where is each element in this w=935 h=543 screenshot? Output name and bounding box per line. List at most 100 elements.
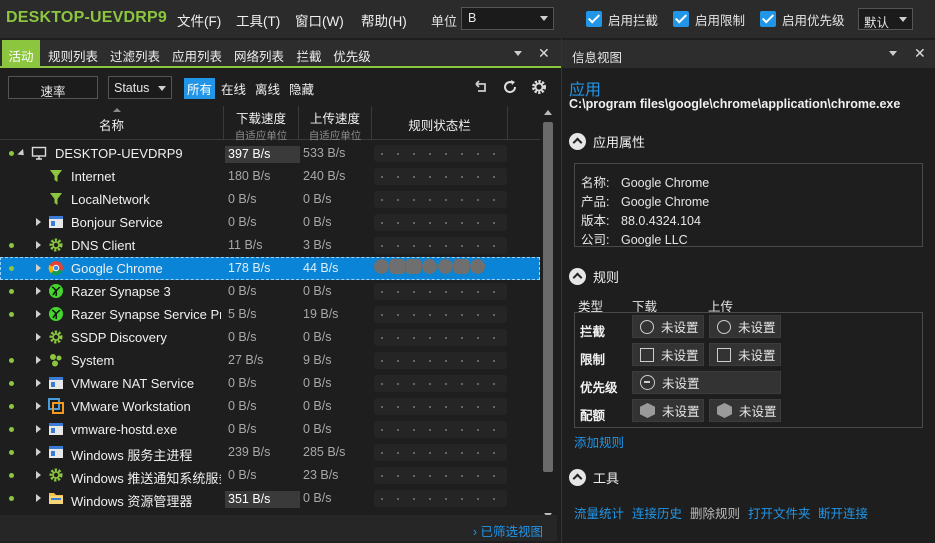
expand-arrow-icon[interactable]: [36, 471, 41, 479]
delete-rules-link[interactable]: 删除规则: [690, 503, 740, 522]
collapse-arrow-icon[interactable]: [17, 148, 27, 159]
menu-window[interactable]: 窗口(W): [295, 10, 344, 30]
rule-empty-dot: [429, 222, 431, 224]
table-row[interactable]: Bonjour Service 0 B/s 0 B/s: [0, 211, 540, 234]
table-row[interactable]: Windows 服务主进程 239 B/s 285 B/s: [0, 441, 540, 464]
expand-arrow-icon[interactable]: [36, 356, 41, 364]
expand-arrow-icon[interactable]: [36, 333, 41, 341]
filter-hidden[interactable]: 隐藏: [289, 79, 314, 98]
table-row[interactable]: System 27 B/s 9 B/s: [0, 349, 540, 372]
expand-arrow-icon[interactable]: [36, 264, 41, 272]
table-row[interactable]: DNS Client 11 B/s 3 B/s: [0, 234, 540, 257]
check-icon[interactable]: [422, 259, 437, 274]
table-row[interactable]: DESKTOP-UEVDRP9 397 B/s 533 B/s: [0, 142, 540, 165]
filtered-view-link[interactable]: › 已筛选视图: [473, 521, 543, 540]
tab-app-list[interactable]: 应用列表: [167, 40, 227, 66]
panel-menu-icon[interactable]: [514, 51, 522, 56]
upload-limit-icon[interactable]: [406, 259, 421, 274]
close-icon[interactable]: ✕: [914, 45, 926, 62]
checkbox-icon: [717, 347, 731, 362]
add-rule-link[interactable]: 添加规则: [574, 432, 624, 451]
refresh-icon[interactable]: [501, 78, 519, 96]
row-upload: 285 B/s: [303, 445, 346, 459]
table-row[interactable]: SSDP Discovery 0 B/s 0 B/s: [0, 326, 540, 349]
expand-arrow-icon[interactable]: [36, 425, 41, 433]
tab-rules-list[interactable]: 规则列表: [43, 40, 103, 66]
menu-tools[interactable]: 工具(T): [236, 10, 280, 30]
connection-history-link[interactable]: 连接历史: [632, 503, 682, 522]
expand-arrow-icon[interactable]: [36, 379, 41, 387]
close-icon[interactable]: ✕: [538, 45, 550, 62]
expand-arrow-icon[interactable]: [36, 218, 41, 226]
scroll-up-icon[interactable]: [544, 110, 552, 115]
rule-empty-dot: [381, 383, 383, 385]
priority-default-select[interactable]: 默认: [858, 8, 913, 30]
table-row[interactable]: VMware NAT Service 0 B/s 0 B/s: [0, 372, 540, 395]
block-download-button[interactable]: 未设置: [632, 315, 704, 338]
table-row[interactable]: Windows 资源管理器 351 B/s 0 B/s: [0, 487, 540, 510]
expand-arrow-icon[interactable]: [36, 448, 41, 456]
scroll-thumb[interactable]: [543, 122, 553, 472]
table-row[interactable]: Razer Synapse 3 0 B/s 0 B/s: [0, 280, 540, 303]
expand-arrow-icon[interactable]: [36, 310, 41, 318]
table-row[interactable]: Windows 推送通知系统服务 0 B/s 23 B/s: [0, 464, 540, 487]
enable-limit-checkbox[interactable]: 启用限制: [673, 10, 745, 28]
table-row-selected[interactable]: Google Chrome 178 B/s 44 B/s: [0, 257, 540, 280]
check-icon[interactable]: [438, 259, 453, 274]
table-row[interactable]: VMware Workstation 0 B/s 0 B/s: [0, 395, 540, 418]
status-select[interactable]: Status: [108, 76, 172, 99]
undo-icon[interactable]: [472, 78, 490, 96]
rule-priority-label: 优先级: [580, 381, 618, 395]
filter-offline[interactable]: 离线: [255, 79, 280, 98]
enable-priority-checkbox[interactable]: 启用优先级: [760, 10, 845, 28]
limit-upload-button[interactable]: 未设置: [709, 343, 781, 366]
panel-menu-icon[interactable]: [889, 51, 897, 56]
rules-status-cell: [374, 306, 507, 323]
rules-section[interactable]: 规则: [569, 267, 619, 286]
rule-block-label: 拦截: [580, 325, 606, 339]
block-rule-icon[interactable]: [374, 259, 389, 274]
enable-block-checkbox[interactable]: 启用拦截: [586, 10, 658, 28]
rule-empty-dot: [381, 153, 383, 155]
quota-icon[interactable]: [454, 259, 469, 274]
rate-button[interactable]: 速率: [8, 76, 98, 99]
expand-arrow-icon[interactable]: [36, 241, 41, 249]
download-limit-icon[interactable]: [390, 259, 405, 274]
tools-section[interactable]: 工具: [569, 468, 619, 487]
table-row[interactable]: Razer Synapse Service Process 5 B/s 19 B…: [0, 303, 540, 326]
limit-download-button[interactable]: 未设置: [632, 343, 704, 366]
unit-select[interactable]: B: [461, 7, 554, 30]
tab-activity[interactable]: 活动: [2, 40, 40, 66]
block-upload-button[interactable]: 未设置: [709, 315, 781, 338]
filter-all[interactable]: 所有: [184, 78, 216, 99]
menu-file[interactable]: 文件(F): [177, 10, 221, 30]
app-properties-section[interactable]: 应用属性: [569, 132, 645, 151]
disconnect-link[interactable]: 断开连接: [818, 503, 868, 522]
table-row[interactable]: Internet 180 B/s 240 B/s: [0, 165, 540, 188]
col-name[interactable]: 名称: [0, 106, 224, 140]
gear-icon[interactable]: [530, 78, 548, 96]
menu-help[interactable]: 帮助(H): [361, 10, 407, 30]
tab-filter-list[interactable]: 过滤列表: [105, 40, 165, 66]
table-row[interactable]: vmware-hostd.exe 0 B/s 0 B/s: [0, 418, 540, 441]
quota-upload-button[interactable]: 未设置: [709, 399, 781, 422]
tab-network-list[interactable]: 网络列表: [229, 40, 289, 66]
quota-download-button[interactable]: 未设置: [632, 399, 704, 422]
priority-button[interactable]: 未设置: [632, 371, 781, 394]
traffic-stats-link[interactable]: 流量统计: [574, 503, 624, 522]
filter-online[interactable]: 在线: [221, 79, 246, 98]
open-folder-link[interactable]: 打开文件夹: [748, 503, 811, 522]
expand-arrow-icon[interactable]: [36, 402, 41, 410]
expand-arrow-icon[interactable]: [36, 494, 41, 502]
priority-default-value: 默认: [864, 16, 890, 30]
col-upload[interactable]: 上传速度 自适应单位: [299, 106, 372, 142]
col-rules-status[interactable]: 规则状态栏: [372, 106, 508, 140]
tab-block[interactable]: 拦截: [291, 40, 327, 66]
table-row[interactable]: LocalNetwork 0 B/s 0 B/s: [0, 188, 540, 211]
rules-status-cell: [374, 444, 507, 461]
shield-icon[interactable]: [470, 259, 485, 274]
expand-arrow-icon[interactable]: [36, 287, 41, 295]
tab-priority[interactable]: 优先级: [329, 40, 375, 66]
col-download[interactable]: 下载速度 自适应单位: [224, 106, 299, 142]
vertical-scrollbar[interactable]: [540, 110, 556, 518]
